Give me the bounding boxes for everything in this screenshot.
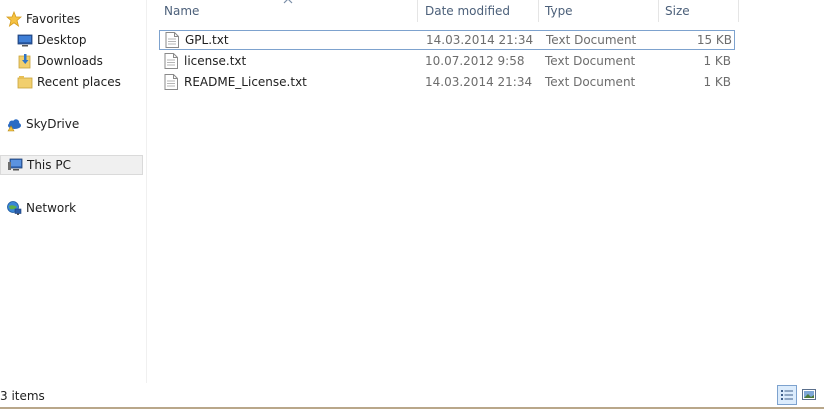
file-name: license.txt <box>184 54 247 68</box>
large-icons-view-icon <box>802 389 816 400</box>
column-divider[interactable] <box>538 0 539 22</box>
details-view-icon <box>781 390 793 400</box>
network-icon <box>6 200 22 216</box>
file-size: 1 KB <box>703 54 731 68</box>
nav-downloads-label: Downloads <box>37 53 103 68</box>
nav-recent-places[interactable]: Recent places <box>17 72 121 91</box>
text-file-icon <box>164 74 178 90</box>
file-row[interactable]: GPL.txt 14.03.2014 21:34 Text Document 1… <box>159 30 735 50</box>
nav-skydrive-label: SkyDrive <box>26 116 80 131</box>
nav-favorites-label: Favorites <box>26 11 81 26</box>
file-size: 15 KB <box>696 33 732 47</box>
details-view-button[interactable] <box>777 385 797 405</box>
desktop-icon <box>17 32 33 48</box>
downloads-icon <box>17 53 33 69</box>
status-bar: 3 items <box>0 383 824 409</box>
nav-desktop[interactable]: Desktop <box>17 30 87 49</box>
nav-this-pc[interactable]: This PC <box>0 155 143 175</box>
sort-ascending-icon <box>283 0 293 4</box>
file-date-modified: 10.07.2012 9:58 <box>425 54 525 68</box>
nav-skydrive[interactable]: SkyDrive <box>6 114 79 133</box>
nav-network-label: Network <box>26 200 77 215</box>
file-row[interactable]: license.txt 10.07.2012 9:58 Text Documen… <box>159 51 735 71</box>
nav-this-pc-label: This PC <box>27 158 71 172</box>
skydrive-cloud-icon <box>6 116 22 132</box>
file-date-modified: 14.03.2014 21:34 <box>425 75 533 89</box>
star-icon <box>6 10 22 27</box>
file-list-pane: Name Date modified Type Size GPL.txt 14.… <box>147 0 824 383</box>
nav-network[interactable]: Network <box>6 198 76 217</box>
column-divider[interactable] <box>738 0 739 22</box>
item-count: 3 items <box>0 389 45 403</box>
file-date-modified: 14.03.2014 21:34 <box>426 33 534 47</box>
recent-places-icon <box>17 74 33 90</box>
file-row[interactable]: README_License.txt 14.03.2014 21:34 Text… <box>159 72 735 92</box>
nav-recent-places-label: Recent places <box>37 74 121 89</box>
file-size: 1 KB <box>703 75 731 89</box>
text-file-icon <box>164 53 178 69</box>
column-header-name[interactable]: Name <box>164 0 199 22</box>
column-header-size[interactable]: Size <box>665 0 690 22</box>
column-header-date-modified[interactable]: Date modified <box>425 0 510 22</box>
text-file-icon <box>165 32 179 48</box>
large-icons-view-button[interactable] <box>800 385 820 405</box>
column-divider[interactable] <box>658 0 659 22</box>
column-divider[interactable] <box>417 0 418 22</box>
nav-desktop-label: Desktop <box>37 32 87 47</box>
nav-favorites[interactable]: Favorites <box>6 9 80 28</box>
file-name: README_License.txt <box>184 75 307 89</box>
file-name: GPL.txt <box>185 33 229 47</box>
computer-icon <box>7 157 23 173</box>
column-header-type[interactable]: Type <box>545 0 573 22</box>
nav-downloads[interactable]: Downloads <box>17 51 103 70</box>
navigation-pane: Favorites Desktop Downloads Recent place… <box>0 0 147 383</box>
